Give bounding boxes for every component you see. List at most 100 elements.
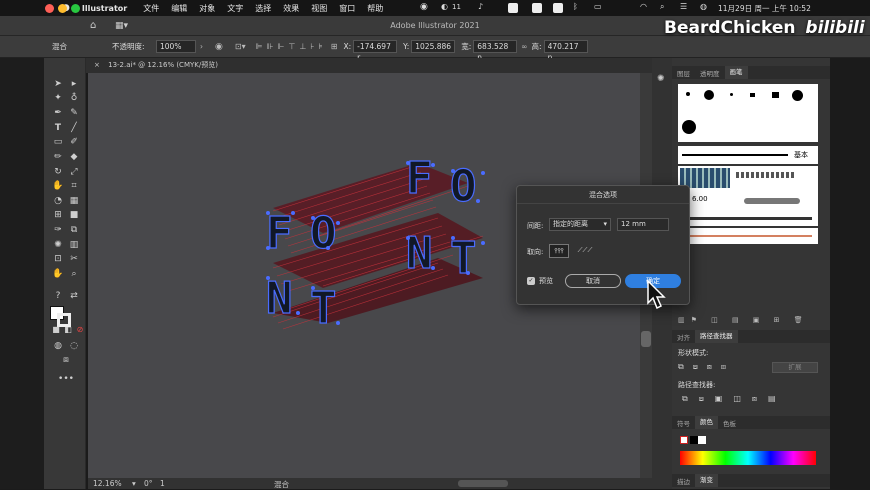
none-swatch[interactable] [680, 436, 688, 444]
app-icon[interactable] [508, 3, 518, 13]
app3-icon[interactable] [553, 3, 563, 13]
front-letter-n[interactable]: N [265, 272, 293, 324]
back-letter-n[interactable]: N [405, 227, 433, 279]
brush-grid[interactable] [678, 84, 818, 142]
document-tab[interactable]: × 13-2.ai* @ 12.16% (CMYK/预览) [86, 58, 652, 73]
chevron-down-icon[interactable]: ▾ [132, 479, 136, 488]
align-to-path-icon[interactable]: ⟋⟋⟋ [575, 244, 595, 258]
shape-mode-icons[interactable]: ⧉⧈⧇⧆ [678, 362, 735, 372]
pattern-brush-2[interactable] [736, 172, 796, 178]
brush-dot-5[interactable] [772, 92, 779, 98]
direct-selection-tool-icon[interactable]: ▸ [66, 78, 82, 90]
tab-pathfinder[interactable]: 路径查找器 [695, 330, 738, 343]
close-window-button[interactable] [45, 4, 54, 13]
app2-icon[interactable] [532, 3, 542, 13]
workspace-switcher-icon[interactable]: ▦▾ [115, 16, 128, 36]
brush-basic-row[interactable]: 基本 [678, 146, 818, 164]
menu-effect[interactable]: 效果 [277, 3, 305, 14]
pathfinder-icons[interactable]: ⧉⧈▣◫⧇▤ [682, 394, 787, 404]
app-menu[interactable]: Illustrator [76, 4, 137, 13]
menu-file[interactable]: 文件 [137, 3, 165, 14]
x-field[interactable]: -174.697 r [353, 40, 398, 62]
lasso-icon[interactable]: ♁ [66, 92, 82, 104]
graph-tool-icon[interactable]: ▥ [66, 239, 82, 251]
spacing-mode-select[interactable]: 指定的距离 ▾ [549, 218, 611, 231]
color-spectrum[interactable] [680, 451, 816, 465]
bell-icon[interactable]: ♪ [478, 2, 483, 11]
brush-scribble-row[interactable] [678, 228, 818, 244]
swap-icon[interactable]: ⇄ [66, 290, 82, 302]
preview-checkbox[interactable]: ✓ [527, 277, 535, 285]
gradient-tool-icon[interactable]: ■ [66, 209, 82, 221]
link-icon[interactable]: ∞ [521, 42, 527, 51]
perspective-grid-icon[interactable]: ▦ [66, 195, 82, 207]
brush-dot-2[interactable] [704, 90, 714, 100]
free-transform-icon[interactable]: ⌗ [66, 180, 82, 192]
record-icon[interactable]: ◉ [420, 2, 428, 12]
wifi-icon[interactable]: ◠ [640, 2, 647, 11]
horizontal-scroll-thumb[interactable] [458, 480, 508, 487]
back-letter-o[interactable]: O [449, 160, 477, 212]
zoom-tool-icon[interactable]: ⌕ [66, 268, 82, 280]
slice-tool-icon[interactable]: ✂ [66, 253, 82, 265]
cancel-button[interactable]: 取消 [565, 274, 621, 288]
eyedropper-icon[interactable]: ✑ [50, 224, 66, 236]
eraser-icon[interactable]: ◆ [66, 151, 82, 163]
brush-dot-3[interactable] [730, 93, 733, 96]
shape-builder-icon[interactable]: ◔ [50, 195, 66, 207]
sun-icon[interactable]: ✺ [657, 74, 665, 84]
screen-mode-icon[interactable]: ⧈ [58, 354, 74, 366]
front-letter-o[interactable]: O [309, 207, 337, 259]
bluetooth-icon[interactable]: ᛒ [573, 2, 578, 11]
back-letter-t[interactable]: T [449, 232, 477, 284]
line-tool-icon[interactable]: ╱ [66, 122, 82, 134]
reference-point-icon[interactable]: ⊞ [331, 42, 338, 51]
artboard-tool-icon[interactable]: ⊡ [50, 253, 66, 265]
menu-view[interactable]: 视图 [305, 3, 333, 14]
blend-tool-icon[interactable]: ⧉ [66, 224, 82, 236]
tab-stroke[interactable]: 描边 [672, 476, 695, 486]
more-tools-icon[interactable]: ••• [58, 373, 74, 385]
align-to-page-icon[interactable]: ⫯⫯⫯ [549, 244, 569, 258]
brush-pattern-row[interactable] [678, 166, 818, 190]
width-field[interactable]: 683.528 n [473, 40, 518, 62]
tab-gradient[interactable]: 渐变 [695, 474, 718, 487]
mesh-tool-icon[interactable]: ⊞ [50, 209, 66, 221]
pencil-tool-icon[interactable]: ✏ [50, 151, 66, 163]
symbol-sprayer-icon[interactable]: ✺ [50, 239, 66, 251]
menu-type[interactable]: 文字 [221, 3, 249, 14]
tab-brushes[interactable]: 画笔 [724, 66, 748, 79]
siri-icon[interactable]: ◍ [700, 2, 707, 11]
brush-art-row[interactable] [678, 212, 818, 226]
expand-button[interactable]: 扩展 [772, 362, 818, 373]
paintbrush-icon[interactable]: ✐ [66, 136, 82, 148]
draw-inside-icon[interactable]: ◌ [66, 340, 82, 352]
magic-wand-icon[interactable]: ✦ [50, 92, 66, 104]
tab-symbols[interactable]: 符号 [672, 418, 695, 428]
help-icon[interactable]: ? [50, 290, 66, 302]
menu-select[interactable]: 选择 [249, 3, 277, 14]
opacity-field[interactable]: 100% [156, 40, 196, 53]
page-number[interactable]: 1 [160, 479, 165, 488]
none-mode-icon[interactable]: ⊘ [72, 324, 88, 336]
rotation-value[interactable]: 0° [144, 479, 153, 488]
menu-window[interactable]: 窗口 [333, 3, 361, 14]
spacing-value-field[interactable]: 12 mm [617, 218, 669, 231]
clock[interactable]: 11月29日 周一 上午 10:52 [718, 3, 811, 14]
brush-dot-4[interactable] [750, 93, 755, 97]
control-center-icon[interactable]: ☰ [680, 2, 687, 11]
chevron-right-icon[interactable]: › [200, 42, 203, 51]
recolor-icon[interactable]: ◉ [215, 42, 223, 52]
transform-icon[interactable]: ⊡▾ [235, 42, 246, 51]
tab-color[interactable]: 颜色 [695, 416, 718, 429]
menu-help[interactable]: 帮助 [361, 3, 389, 14]
scale-tool-icon[interactable]: ⤢ [66, 166, 82, 178]
tab-align[interactable]: 对齐 [672, 332, 695, 342]
brush-dot-6[interactable] [792, 90, 803, 101]
minimize-window-button[interactable] [58, 4, 67, 13]
brush-dot-1[interactable] [686, 92, 690, 96]
brush-panel-footer-icons[interactable]: ▥⚑ ◫ ▤ ▣ ⊞ 🗑 [678, 316, 818, 326]
draw-mode-icon[interactable]: ◍ [50, 340, 66, 352]
close-tab-icon[interactable]: × [94, 61, 100, 69]
type-tool-icon[interactable]: T [50, 122, 66, 134]
